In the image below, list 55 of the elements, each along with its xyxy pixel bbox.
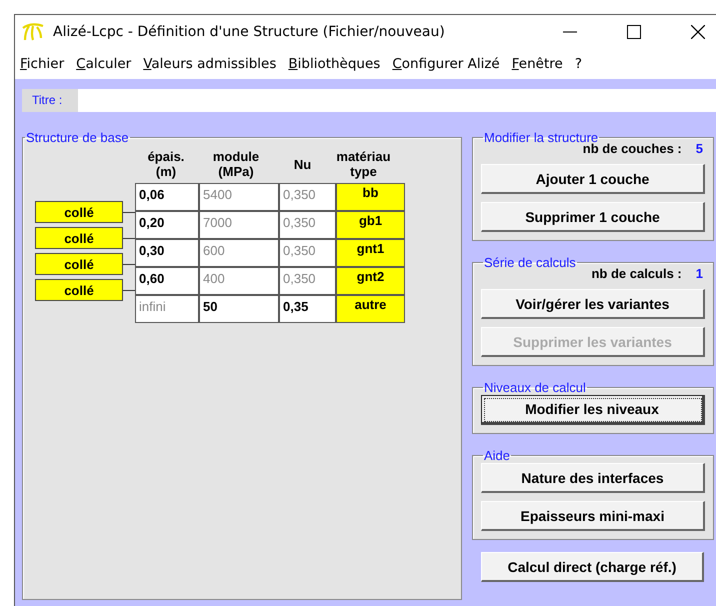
menu-item[interactable]: Fichier: [20, 56, 70, 72]
action-button[interactable]: Nature des interfaces: [481, 463, 705, 493]
table-cell[interactable]: 0,60: [136, 268, 198, 294]
material-cell[interactable]: bb: [337, 184, 404, 210]
interface-button[interactable]: collé: [35, 253, 123, 275]
column-header: épais. (m): [146, 149, 186, 179]
interface-button[interactable]: collé: [35, 201, 123, 223]
table-cell[interactable]: infini: [136, 296, 198, 322]
panel-legend: Niveaux de calcul: [483, 380, 587, 395]
count-value: 5: [696, 141, 703, 156]
material-cell[interactable]: autre: [337, 296, 404, 322]
column-header: module (MPa): [212, 149, 260, 179]
table-cell[interactable]: 0,350: [280, 184, 335, 210]
material-cell[interactable]: gb1: [337, 212, 404, 238]
window-title: Alizé-Lcpc - Définition d'une Structure (Fichier/nouveau): [53, 24, 445, 40]
calculate-button[interactable]: Calcul direct (charge réf.): [481, 552, 704, 582]
action-button[interactable]: Voir/gérer les variantes: [481, 289, 705, 319]
action-button[interactable]: Ajouter 1 couche: [481, 164, 705, 194]
close-icon[interactable]: [691, 25, 705, 39]
column-header: Nu: [292, 156, 312, 172]
table-cell[interactable]: 0,35: [280, 296, 335, 322]
table-cell[interactable]: 0,350: [280, 212, 335, 238]
panel-legend: Série de calculs: [483, 255, 577, 270]
app-logo-icon: [21, 22, 45, 42]
title-label: Titre :: [22, 89, 78, 112]
table-cell[interactable]: 0,30: [136, 240, 198, 266]
table-cell[interactable]: 400: [200, 268, 278, 294]
action-button[interactable]: Supprimer 1 couche: [481, 202, 705, 232]
menu-item[interactable]: Configurer Alizé: [392, 56, 506, 72]
panel-legend: Structure de base: [25, 130, 130, 145]
table-cell[interactable]: 7000: [200, 212, 278, 238]
table-cell[interactable]: 0,06: [136, 184, 198, 210]
material-cell[interactable]: gnt2: [337, 268, 404, 294]
table-cell[interactable]: 5400: [200, 184, 278, 210]
panel-legend: Aide: [483, 448, 512, 463]
menu-item[interactable]: Bibliothèques: [288, 56, 386, 72]
menu-item[interactable]: Calculer: [76, 56, 138, 72]
table-cell[interactable]: 50: [200, 296, 278, 322]
table-cell[interactable]: 0,20: [136, 212, 198, 238]
maximize-icon[interactable]: [627, 25, 641, 39]
material-cell[interactable]: gnt1: [337, 240, 404, 266]
menu-item[interactable]: Fenêtre: [512, 56, 569, 72]
title-input-field[interactable]: [78, 89, 716, 112]
table-cell[interactable]: 0,350: [280, 268, 335, 294]
interface-button[interactable]: collé: [35, 279, 123, 301]
menu-item[interactable]: Valeurs admissibles: [143, 56, 282, 72]
count-label: nb de calculs :: [591, 266, 682, 281]
table-cell[interactable]: 0,350: [280, 240, 335, 266]
menu-item[interactable]: ?: [574, 56, 588, 72]
action-button[interactable]: Epaisseurs mini-maxi: [481, 501, 705, 531]
interface-button[interactable]: collé: [35, 227, 123, 249]
action-button[interactable]: Modifier les niveaux: [481, 395, 705, 425]
table-cell[interactable]: 600: [200, 240, 278, 266]
count-value: 1: [696, 266, 703, 281]
column-header: matériau type: [335, 149, 392, 179]
